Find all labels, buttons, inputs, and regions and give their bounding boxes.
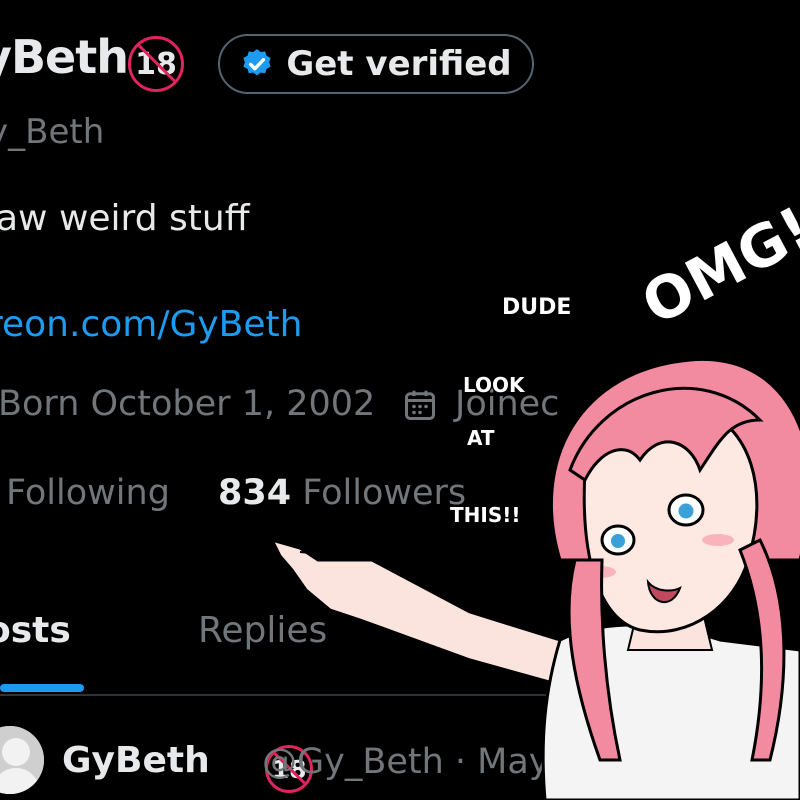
following-label: Following [6, 473, 170, 513]
post-author-name[interactable]: GyBeth [62, 740, 210, 781]
avatar-image [0, 726, 44, 794]
badge-label: 18 [135, 46, 177, 82]
sfx-dude: DUDE [502, 295, 571, 320]
sfx-omg: OMG!! [631, 181, 800, 338]
sticker-hair [550, 357, 800, 562]
sticker-face [582, 404, 759, 634]
profile-website-link[interactable]: reon.com/GyBeth [0, 304, 302, 345]
followers-label: Followers [302, 473, 467, 513]
active-tab-indicator [0, 684, 84, 692]
following-link[interactable]: Following [6, 473, 170, 513]
profile-joined-date: Joinec [455, 384, 560, 424]
get-verified-button[interactable]: Get verified [218, 34, 534, 94]
post-handle-and-date: @Gy_Beth · May 2 [262, 742, 583, 782]
profile-handle: y_Beth [0, 112, 105, 152]
followers-count: 834 [218, 473, 292, 513]
get-verified-label: Get verified [286, 44, 512, 84]
tab-posts[interactable]: osts [0, 610, 71, 651]
followers-link[interactable]: 834 Followers [218, 473, 466, 513]
tabs-divider [0, 694, 800, 696]
profile-bio: aw weird stuff [0, 198, 250, 239]
profile-display-name: yBeth [0, 30, 129, 84]
verified-icon [243, 49, 271, 76]
profile-birthdate: Born October 1, 2002 [0, 384, 376, 424]
sfx-at: AT [467, 426, 495, 450]
adult-18-badge-icon: 18 [128, 36, 184, 92]
tab-replies[interactable]: Replies [198, 610, 327, 651]
calendar-icon [405, 390, 435, 420]
post-avatar[interactable] [0, 726, 44, 794]
